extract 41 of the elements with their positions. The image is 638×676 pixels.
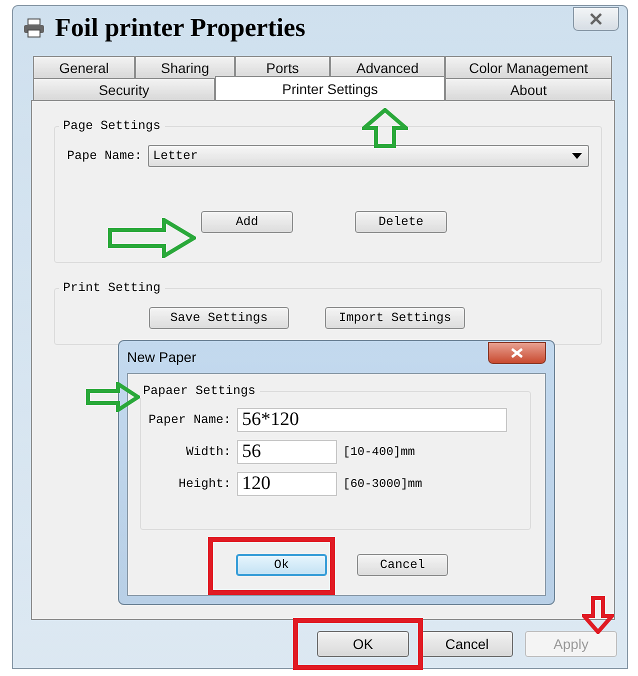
field-label: Height: [177, 477, 231, 491]
down-arrow-icon [582, 596, 614, 634]
dialog-title: New Paper [127, 349, 196, 365]
tab[interactable]: Ports [235, 56, 330, 78]
tab[interactable]: Security [33, 78, 215, 100]
field-label: Paper Name: [147, 413, 231, 427]
close-icon [511, 348, 523, 358]
dialog-button[interactable]: Cancel [421, 631, 513, 657]
tab[interactable]: Advanced [330, 56, 445, 78]
right-arrow-icon [108, 218, 196, 258]
tab[interactable]: Color Management [445, 56, 612, 78]
close-button[interactable] [488, 342, 546, 364]
tab[interactable]: About [445, 78, 612, 100]
close-icon [589, 13, 603, 25]
window-title: Foil printer Properties [55, 13, 306, 43]
input-field[interactable]: 56 [237, 440, 337, 464]
dropdown-caret-icon [572, 153, 582, 159]
printer-icon [23, 18, 45, 38]
field-label: Pape Name: [67, 149, 142, 163]
range-hint: [60-3000]mm [343, 477, 422, 491]
dialog-button[interactable]: Cancel [357, 554, 448, 576]
dialog-button[interactable]: Add [201, 211, 293, 233]
tab[interactable]: General [33, 56, 135, 78]
dialog-button[interactable]: Ok [236, 554, 327, 576]
input-field[interactable]: 56*120 [237, 408, 507, 432]
range-hint: [10-400]mm [343, 445, 416, 459]
input-field[interactable]: 120 [237, 472, 337, 496]
tab[interactable]: Sharing [135, 56, 235, 78]
dialog-button[interactable]: Import Settings [325, 307, 465, 329]
dialog-button[interactable]: Delete [355, 211, 447, 233]
dialog-button[interactable]: Save Settings [149, 307, 289, 329]
paper-dropdown[interactable]: Letter [148, 145, 589, 167]
group-title: Print Setting [62, 281, 162, 295]
dialog-button[interactable]: OK [317, 631, 409, 657]
up-arrow-icon [362, 108, 408, 148]
tab[interactable]: Printer Settings [215, 76, 445, 100]
group-title: Page Settings [62, 119, 162, 133]
close-button[interactable] [573, 7, 619, 31]
field-label: Width: [184, 445, 231, 459]
group-title: Papaer Settings [142, 384, 257, 398]
right-arrow-icon [86, 382, 140, 412]
